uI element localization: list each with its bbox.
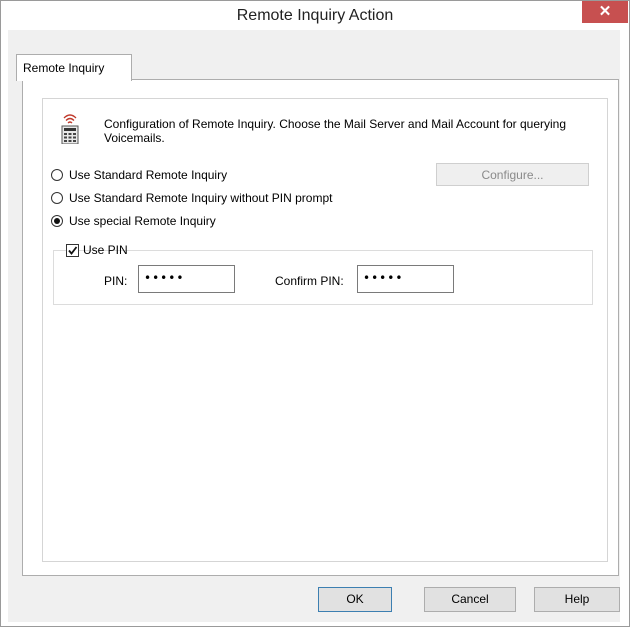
cancel-button[interactable]: Cancel <box>424 587 516 612</box>
radio-label: Use Standard Remote Inquiry <box>69 168 228 182</box>
radio-label: Use Standard Remote Inquiry without PIN … <box>69 191 333 205</box>
confirm-pin-label: Confirm PIN: <box>275 274 344 288</box>
confirm-pin-field[interactable]: ••••• <box>357 265 454 293</box>
close-button[interactable]: ✕ <box>582 1 628 23</box>
checkmark-icon <box>68 246 78 255</box>
radio-label: Use special Remote Inquiry <box>69 214 216 228</box>
tab-label: Remote Inquiry <box>23 61 105 75</box>
ok-button[interactable]: OK <box>318 587 392 612</box>
phone-keypad-icon <box>61 112 79 145</box>
info-text: Configuration of Remote Inquiry. Choose … <box>104 117 567 145</box>
pin-label: PIN: <box>104 274 128 288</box>
use-pin-checkbox-row[interactable]: Use PIN <box>66 243 128 259</box>
title-bar[interactable]: Remote Inquiry Action ✕ <box>1 1 629 31</box>
radio-button-selected[interactable] <box>51 215 63 227</box>
use-pin-label: Use PIN <box>83 243 128 257</box>
radio-button[interactable] <box>51 192 63 204</box>
radio-button[interactable] <box>51 169 63 181</box>
close-icon: ✕ <box>598 3 612 20</box>
configure-button[interactable]: Configure... <box>436 163 589 186</box>
help-button[interactable]: Help <box>534 587 620 612</box>
tab-remote-inquiry[interactable]: Remote Inquiry <box>16 54 132 81</box>
use-pin-checkbox[interactable] <box>66 244 79 257</box>
window-title: Remote Inquiry Action <box>236 7 394 24</box>
pin-field[interactable]: ••••• <box>138 265 235 293</box>
